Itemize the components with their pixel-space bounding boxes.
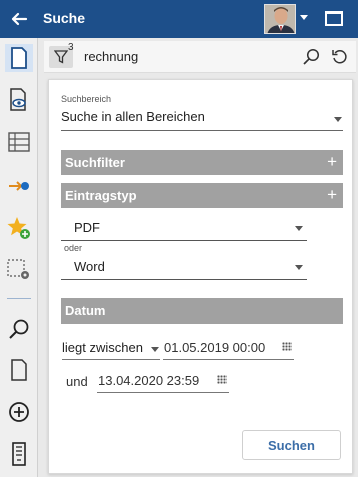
calendar-icon[interactable] [217, 375, 227, 384]
user-menu-caret-icon[interactable] [300, 15, 308, 20]
rail-list-icon[interactable] [5, 128, 33, 156]
date-operator-value: liegt zwischen [62, 340, 143, 355]
date-operator-select[interactable]: liegt zwischen [62, 338, 160, 360]
date-from-field[interactable]: 01.05.2019 00:00 [163, 338, 294, 360]
rail-search-form-icon[interactable] [5, 44, 33, 72]
scope-value: Suche in allen Bereichen [61, 109, 205, 124]
date-to-field[interactable]: 13.04.2020 23:59 [97, 371, 229, 393]
section-title: Eintragstyp [65, 188, 137, 203]
search-icon[interactable] [302, 48, 320, 66]
and-label: und [66, 374, 88, 389]
section-entry-type[interactable]: Eintragstyp + [61, 183, 343, 208]
calendar-icon[interactable] [282, 342, 292, 351]
expand-plus-icon[interactable]: + [327, 153, 337, 170]
left-rail [0, 38, 38, 477]
rail-follow-up-icon[interactable] [5, 172, 33, 200]
section-title: Datum [65, 303, 106, 318]
rail-add-icon[interactable] [5, 398, 33, 426]
entry-type-value: PDF [74, 220, 100, 235]
chevron-down-icon [295, 226, 303, 231]
or-label: oder [64, 243, 83, 253]
rail-device-icon[interactable] [5, 440, 33, 468]
chevron-down-icon [295, 265, 303, 270]
rail-document-view-icon[interactable] [5, 86, 33, 114]
date-to-value: 13.04.2020 23:59 [98, 373, 200, 388]
chevron-down-icon [334, 117, 342, 122]
rail-search-icon[interactable] [5, 315, 33, 343]
page-title: Suche [43, 10, 86, 26]
search-bar: 3 rechnung [44, 41, 356, 73]
section-title: Suchfilter [65, 155, 125, 170]
scope-label: Suchbereich [61, 94, 112, 104]
back-arrow-icon[interactable] [9, 9, 29, 29]
chevron-down-icon [151, 347, 159, 352]
section-search-filter[interactable]: Suchfilter + [61, 150, 343, 175]
search-form-panel: Suchbereich Suche in allen Bereichen Suc… [48, 79, 353, 474]
rail-favorite-add-icon[interactable] [5, 214, 33, 242]
top-bar: Suche [0, 0, 358, 38]
rail-new-document-icon[interactable] [5, 356, 33, 384]
section-date[interactable]: Datum [61, 298, 343, 324]
date-from-value: 01.05.2019 00:00 [164, 340, 266, 355]
search-query-input[interactable]: rechnung [84, 49, 138, 64]
refresh-icon[interactable] [331, 48, 349, 66]
add-plus-icon[interactable]: + [327, 186, 337, 203]
entry-type-select-2[interactable]: Word [61, 253, 307, 280]
window-icon[interactable] [325, 11, 343, 26]
scope-select[interactable]: Suche in allen Bereichen [61, 106, 343, 131]
avatar[interactable] [264, 4, 296, 34]
filter-count-badge: 3 [68, 42, 74, 53]
search-button[interactable]: Suchen [242, 430, 341, 460]
entry-type-value: Word [74, 259, 105, 274]
entry-type-select-1[interactable]: PDF [61, 214, 307, 241]
rail-divider [7, 298, 31, 299]
rail-selection-settings-icon[interactable] [5, 256, 33, 284]
user-photo-icon [265, 5, 295, 33]
filter-icon [54, 50, 68, 64]
